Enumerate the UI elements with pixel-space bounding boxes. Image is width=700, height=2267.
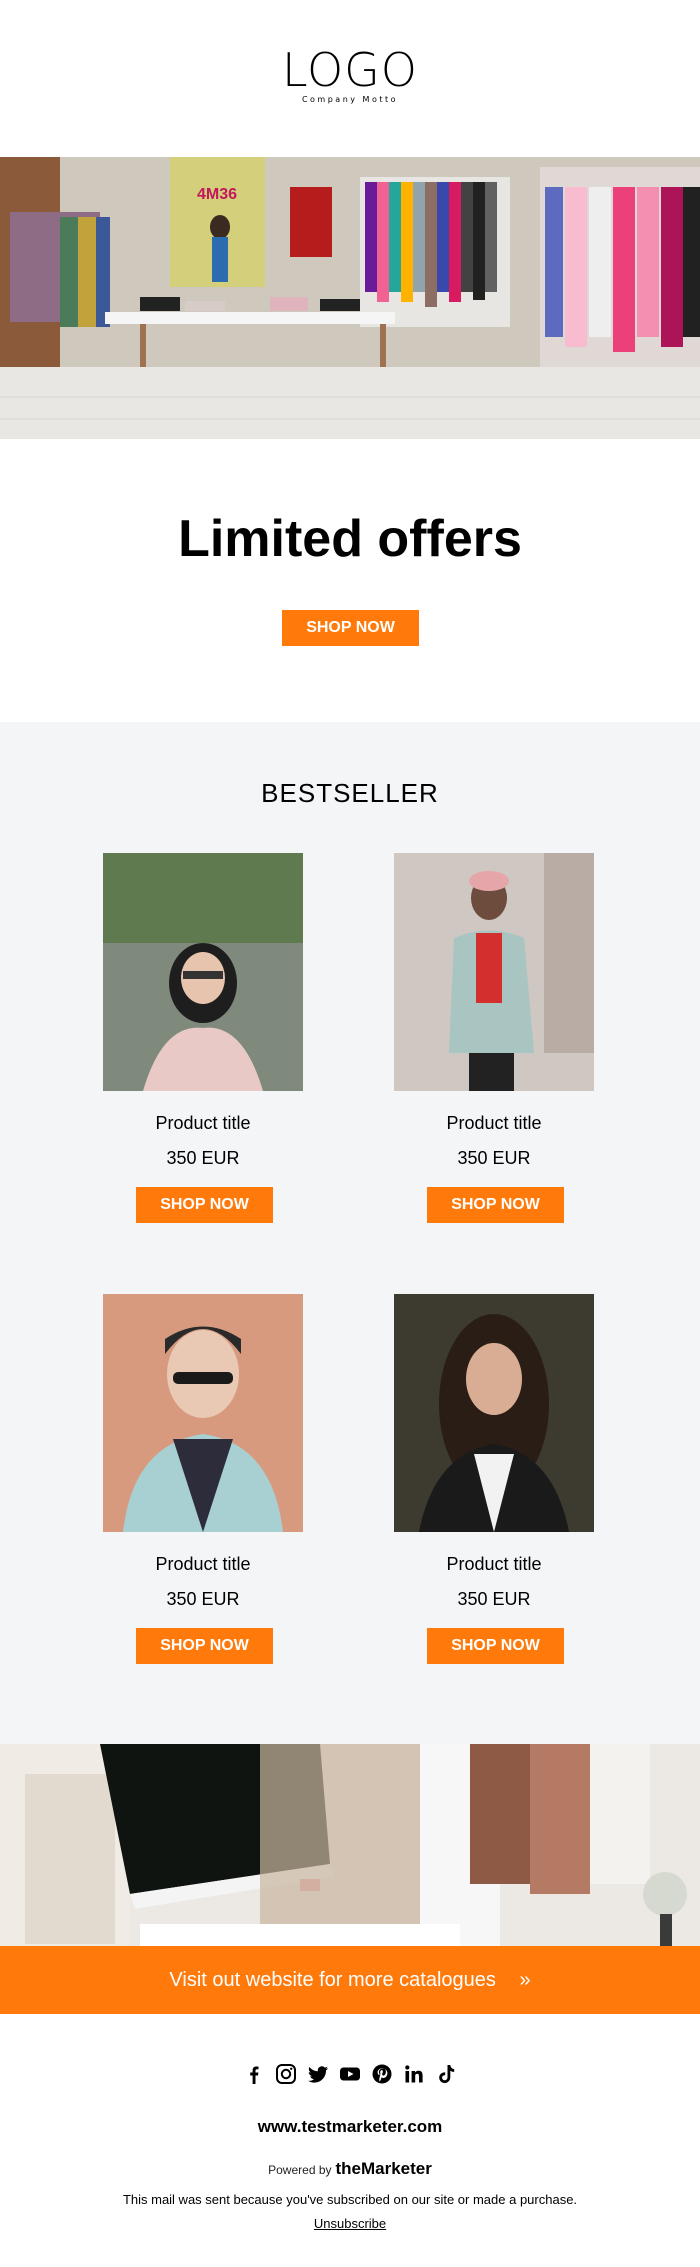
unsubscribe-link[interactable]: Unsubscribe <box>314 2216 386 2231</box>
twitter-icon[interactable] <box>307 2063 329 2085</box>
logo[interactable]: LOGO <box>0 46 700 94</box>
youtube-icon[interactable] <box>339 2063 361 2085</box>
offers-title: Limited offers <box>178 510 522 568</box>
email-header: LOGO Company Motto <box>0 0 700 157</box>
product-price: 350 EUR <box>166 1589 240 1609</box>
linkedin-icon[interactable] <box>403 2063 425 2085</box>
cta-text[interactable]: Visit out website for more catalogues <box>169 1969 495 1991</box>
instagram-icon[interactable] <box>275 2063 297 2085</box>
store-sign: 4M36 <box>197 186 237 203</box>
product-title[interactable]: Product title <box>344 1113 644 1134</box>
website-link[interactable]: www.testmarketer.com <box>0 2117 700 2137</box>
product-price: 350 EUR <box>457 1589 531 1609</box>
pinterest-icon[interactable] <box>371 2063 393 2085</box>
product-title[interactable]: Product title <box>344 1554 644 1575</box>
powered-by-label: Powered by <box>268 2163 332 2177</box>
social-icons <box>0 2063 700 2087</box>
brand-logo[interactable]: theMarketer <box>336 2159 432 2178</box>
shop-now-button[interactable]: SHOP NOW <box>427 1187 564 1223</box>
product-title[interactable]: Product title <box>53 1554 353 1575</box>
shop-now-button[interactable]: SHOP NOW <box>427 1628 564 1664</box>
tiktok-icon[interactable] <box>435 2063 457 2085</box>
subscription-note: This mail was sent because you've subscr… <box>122 2192 578 2207</box>
product-price: 350 EUR <box>166 1148 240 1168</box>
email-footer: www.testmarketer.com Powered by theMarket… <box>0 2014 700 2267</box>
facebook-icon[interactable] <box>243 2063 265 2085</box>
shop-now-button[interactable]: SHOP NOW <box>136 1628 273 1664</box>
shop-now-button[interactable]: SHOP NOW <box>136 1187 273 1223</box>
shop-now-button[interactable]: SHOP NOW <box>282 610 419 646</box>
offers-section: Limited offers SHOP NOW <box>0 439 700 722</box>
bestseller-section: BESTSELLER Product title 350 EUR SHOP NO… <box>0 722 700 1744</box>
product-title[interactable]: Product title <box>53 1113 353 1134</box>
bestseller-title: BESTSELLER <box>261 778 439 808</box>
product-image[interactable] <box>103 1294 303 1532</box>
powered-by: Powered by theMarketer <box>0 2159 700 2179</box>
product-image[interactable] <box>394 853 594 1091</box>
company-motto: Company Motto <box>301 95 399 104</box>
product-image[interactable] <box>103 853 303 1091</box>
product-price: 350 EUR <box>457 1148 531 1168</box>
hero-store-image[interactable]: 4M36 <box>0 157 700 439</box>
cta-link[interactable]: Visit out website for more catalogues » <box>0 1946 700 2014</box>
cta-bar[interactable]: Visit out website for more catalogues » <box>0 1946 700 2014</box>
double-chevron-right-icon: » <box>519 1969 531 1991</box>
product-image[interactable] <box>394 1294 594 1532</box>
banner-image[interactable] <box>0 1744 700 1946</box>
